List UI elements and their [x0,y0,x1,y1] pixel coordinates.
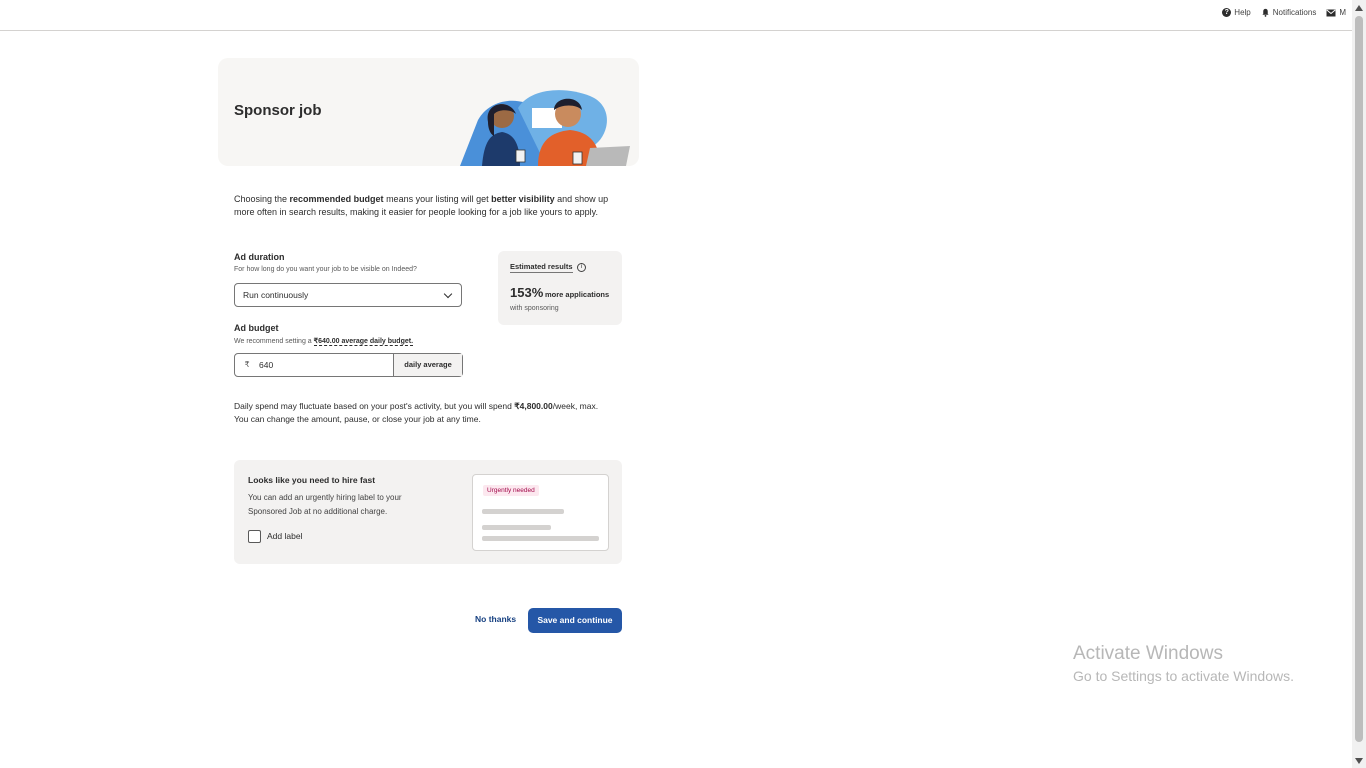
ad-budget-help-prefix: We recommend setting a [234,338,314,345]
ad-duration-label: Ad duration [234,252,285,262]
help-label: Help [1234,8,1251,17]
windows-watermark-subtitle: Go to Settings to activate Windows. [1073,668,1294,684]
mail-icon [1326,9,1336,16]
spend-text: /week, max. [552,401,599,411]
chevron-down-icon [443,289,453,299]
scroll-down-arrow-icon[interactable] [1355,758,1363,764]
messages-label: M [1339,8,1346,17]
estimated-results-title: Estimated results [510,262,573,273]
intro-bold-visibility: better visibility [491,194,555,204]
hire-fast-card: Looks like you need to hire fast You can… [234,460,622,564]
hero-banner: Sponsor job [218,58,639,166]
notifications-link[interactable]: Notifications [1261,8,1317,17]
help-link[interactable]: ? Help [1222,8,1251,17]
people-illustration [460,90,630,166]
urgent-label-preview: Urgently needed [472,474,609,551]
preview-placeholder-bar [482,509,564,514]
messages-link[interactable]: M [1326,8,1346,17]
ad-budget-label: Ad budget [234,323,279,333]
add-label-text[interactable]: Add label [267,531,302,541]
windows-watermark-title: Activate Windows [1073,643,1223,664]
intro-bold-recommended: recommended budget [289,194,384,204]
top-bar: ? Help Notifications M [0,0,1352,31]
intro-part: Choosing the [234,194,290,204]
page-title: Sponsor job [234,102,322,119]
daily-average-suffix: daily average [394,354,462,376]
no-thanks-button[interactable]: No thanks [475,614,516,624]
recommended-budget-link[interactable]: ₹640.00 average daily budget. [313,338,414,346]
urgently-needed-tag: Urgently needed [483,485,539,496]
ad-duration-select[interactable]: Run continuously [234,283,462,307]
add-label-checkbox[interactable] [248,530,261,543]
notifications-label: Notifications [1272,8,1317,17]
ad-budget-input-group: ₹ 640 daily average [234,353,463,377]
currency-symbol: ₹ [244,360,250,369]
hire-fast-title: Looks like you need to hire fast [248,475,376,485]
help-icon: ? [1222,8,1232,17]
intro-text: Choosing the recommended budget means yo… [234,193,624,219]
intro-part: means your listing will get [383,194,492,204]
bell-icon [1262,8,1269,17]
preview-placeholder-bar [482,525,551,530]
ad-budget-input[interactable]: 640 [259,354,394,376]
save-and-continue-button[interactable]: Save and continue [528,608,622,633]
scrollbar-thumb[interactable] [1355,16,1363,742]
scrollbar[interactable] [1352,0,1366,768]
spend-note: Daily spend may fluctuate based on your … [234,400,614,426]
estimated-percent: 153% [510,285,544,300]
estimated-results-card: Estimated results i 153% more applicatio… [498,251,622,325]
top-links: ? Help Notifications M [1222,8,1346,17]
spend-text: Daily spend may fluctuate based on your … [234,401,515,411]
hire-fast-description: You can add an urgently hiring label to … [248,493,402,516]
ad-duration-help: For how long do you want your job to be … [234,266,417,273]
ad-duration-value: Run continuously [243,290,309,300]
ad-budget-help: We recommend setting a ₹640.00 average d… [234,337,414,346]
spend-change-note: You can change the amount, pause, or clo… [234,414,481,424]
scroll-up-arrow-icon[interactable] [1355,5,1363,11]
info-icon[interactable]: i [577,263,586,272]
estimated-with-sponsoring: with sponsoring [510,305,559,312]
estimated-more-applications: more applications [545,290,610,299]
spend-amount: ₹4,800.00 [514,401,553,411]
preview-placeholder-bar [482,536,599,541]
